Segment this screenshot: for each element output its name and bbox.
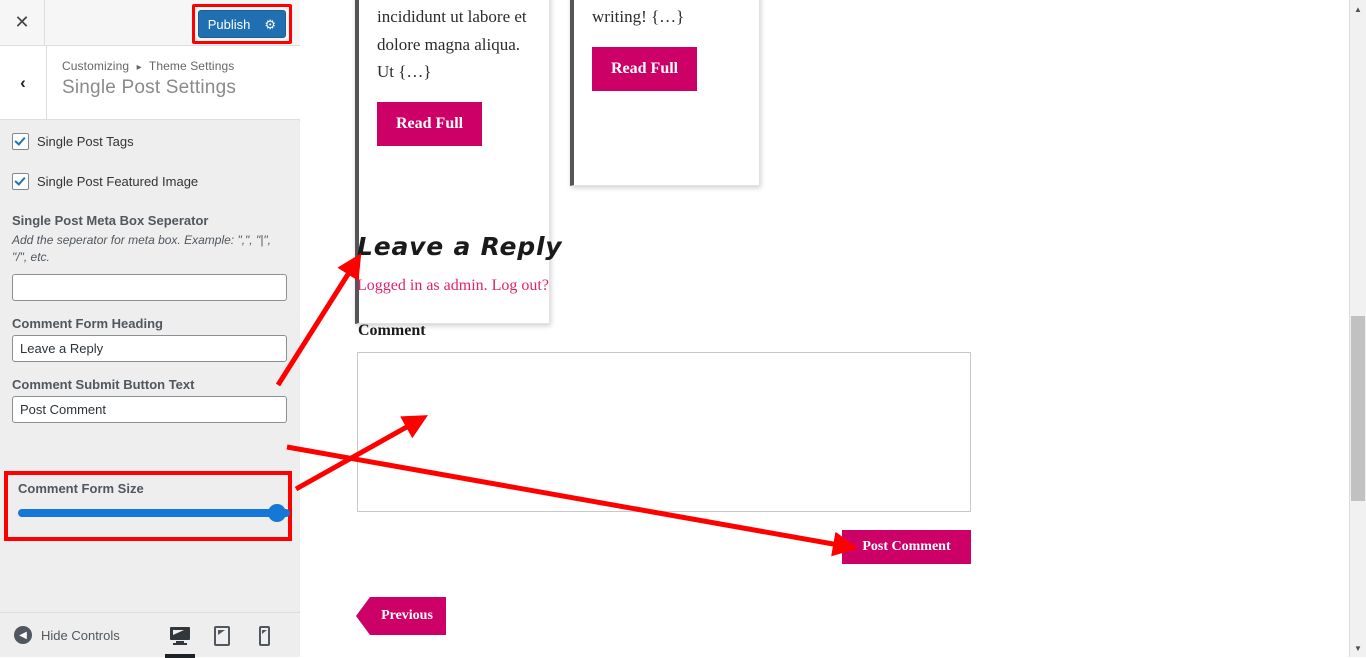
control-label: Single Post Tags <box>37 134 134 149</box>
control-single-post-featured-image[interactable]: Single Post Featured Image <box>12 173 288 190</box>
checkbox-single-post-featured-image[interactable] <box>12 173 29 190</box>
customizer-sidebar: ✕ Publish ⚙ ‹ Customizing ▸ Theme Settin… <box>0 0 300 658</box>
log-out-link[interactable]: Log out? <box>492 277 549 294</box>
control-label: Comment Form Size <box>18 481 144 496</box>
breadcrumb-separator-icon: ▸ <box>136 62 142 73</box>
breadcrumb-root[interactable]: Customizing <box>62 59 129 73</box>
controls-list: Single Post Tags Single Post Featured Im… <box>0 121 300 611</box>
previous-button[interactable]: Previous <box>356 597 446 635</box>
comment-textarea[interactable] <box>357 352 971 512</box>
scrollbar-thumb[interactable] <box>1351 316 1365 501</box>
control-comment-submit-button-text: Comment Submit Button Text <box>12 377 288 423</box>
vertical-scrollbar[interactable]: ▲ ▼ <box>1349 0 1366 657</box>
control-comment-form-size: Comment Form Size <box>4 471 292 541</box>
control-single-post-tags[interactable]: Single Post Tags <box>12 133 288 150</box>
slider-fill <box>18 509 290 517</box>
customizer-footer: ◀ Hide Controls <box>0 612 300 658</box>
hide-controls-label: Hide Controls <box>41 627 120 643</box>
control-label: Single Post Featured Image <box>37 174 199 189</box>
device-desktop-button[interactable] <box>159 613 201 658</box>
control-meta-box-seperator: Single Post Meta Box Seperator Add the s… <box>12 213 288 301</box>
triangle-up-icon[interactable]: ▲ <box>1350 1 1366 17</box>
checkbox-single-post-tags[interactable] <box>12 133 29 150</box>
leave-a-reply-heading: Leave a Reply <box>357 232 563 261</box>
comment-form-heading-input[interactable] <box>12 334 287 362</box>
control-description: Add the seperator for meta box. Example:… <box>12 233 271 265</box>
control-comment-form-heading: Comment Form Heading <box>12 316 288 362</box>
publish-button[interactable]: Publish ⚙ <box>197 10 286 38</box>
device-preview-switcher <box>159 613 285 658</box>
meta-box-seperator-input[interactable] <box>12 273 287 301</box>
customizer-topbar: ✕ Publish ⚙ <box>0 0 300 46</box>
slider-thumb[interactable] <box>268 504 286 522</box>
control-label: Single Post Meta Box Seperator <box>12 213 209 228</box>
page-title: Single Post Settings <box>62 77 237 98</box>
panel-header: ‹ Customizing ▸ Theme Settings Single Po… <box>0 46 300 120</box>
breadcrumb-parent[interactable]: Theme Settings <box>149 59 234 73</box>
panel-titles: Customizing ▸ Theme Settings Single Post… <box>62 59 236 99</box>
close-icon[interactable]: ✕ <box>0 0 45 45</box>
triangle-down-icon[interactable]: ▼ <box>1350 640 1366 656</box>
device-mobile-button[interactable] <box>243 613 285 658</box>
post-card-text: Lorem ipsum dolor sit amet, consectetur … <box>377 7 527 82</box>
tablet-icon <box>214 625 230 646</box>
mobile-icon <box>258 625 270 646</box>
read-full-button[interactable]: Read Full <box>377 101 483 146</box>
read-full-button[interactable]: Read Full <box>592 46 698 91</box>
comment-submit-button-text-input[interactable] <box>12 395 287 423</box>
publish-button-highlight: Publish ⚙ <box>191 4 292 44</box>
arrow-left-circle-icon: ◀ <box>14 626 32 644</box>
site-preview: Lorem ipsum dolor sit amet, consectetur … <box>301 0 1335 657</box>
comment-form-size-slider[interactable] <box>18 504 290 522</box>
gear-icon[interactable]: ⚙ <box>264 18 276 31</box>
comment-field-label: Comment <box>358 322 426 339</box>
hide-controls-button[interactable]: ◀ Hide Controls <box>14 626 120 644</box>
control-label: Comment Form Heading <box>12 315 163 331</box>
logged-in-notice: Logged in as admin. Log out? <box>357 277 549 295</box>
desktop-icon <box>169 626 191 646</box>
post-card: Welcome to WordPress. This is your first… <box>570 0 760 186</box>
control-label: Comment Submit Button Text <box>12 376 195 392</box>
post-card-text: Welcome to WordPress. This is your first… <box>592 7 685 27</box>
publish-button-label: Publish <box>207 16 251 32</box>
logged-in-text: Logged in as admin. <box>357 277 488 294</box>
post-comment-button[interactable]: Post Comment <box>842 530 971 564</box>
post-card: Lorem ipsum dolor sit amet, consectetur … <box>355 0 550 324</box>
breadcrumb: Customizing ▸ Theme Settings <box>62 59 236 73</box>
device-tablet-button[interactable] <box>201 613 243 658</box>
chevron-left-icon[interactable]: ‹ <box>0 46 47 119</box>
